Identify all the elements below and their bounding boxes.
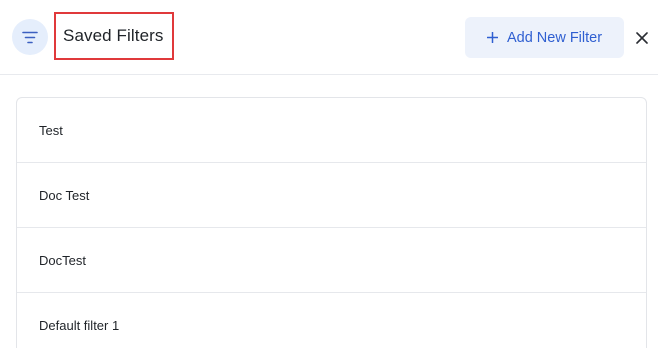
list-item[interactable]: Test bbox=[17, 98, 646, 163]
filter-name: DocTest bbox=[39, 252, 86, 268]
plus-icon bbox=[486, 32, 498, 43]
panel-header: Saved Filters Add New Filter bbox=[0, 0, 658, 75]
saved-filters-panel: Saved Filters Add New Filter Test Doc Te… bbox=[0, 0, 658, 348]
page-title: Saved Filters bbox=[63, 26, 164, 45]
list-item[interactable]: Default filter 1 bbox=[17, 293, 646, 348]
title-highlight-box: Saved Filters bbox=[54, 12, 174, 60]
list-item[interactable]: Doc Test bbox=[17, 163, 646, 228]
saved-filters-list: Test Doc Test DocTest Default filter 1 bbox=[16, 97, 647, 348]
close-icon[interactable] bbox=[632, 28, 652, 48]
add-new-filter-label: Add New Filter bbox=[506, 29, 603, 46]
filter-name: Test bbox=[39, 122, 63, 138]
add-new-filter-button[interactable]: Add New Filter bbox=[465, 17, 624, 58]
list-item[interactable]: DocTest bbox=[17, 228, 646, 293]
filter-name: Doc Test bbox=[39, 187, 90, 203]
filter-lines-icon bbox=[12, 19, 48, 55]
filter-name: Default filter 1 bbox=[39, 318, 120, 333]
